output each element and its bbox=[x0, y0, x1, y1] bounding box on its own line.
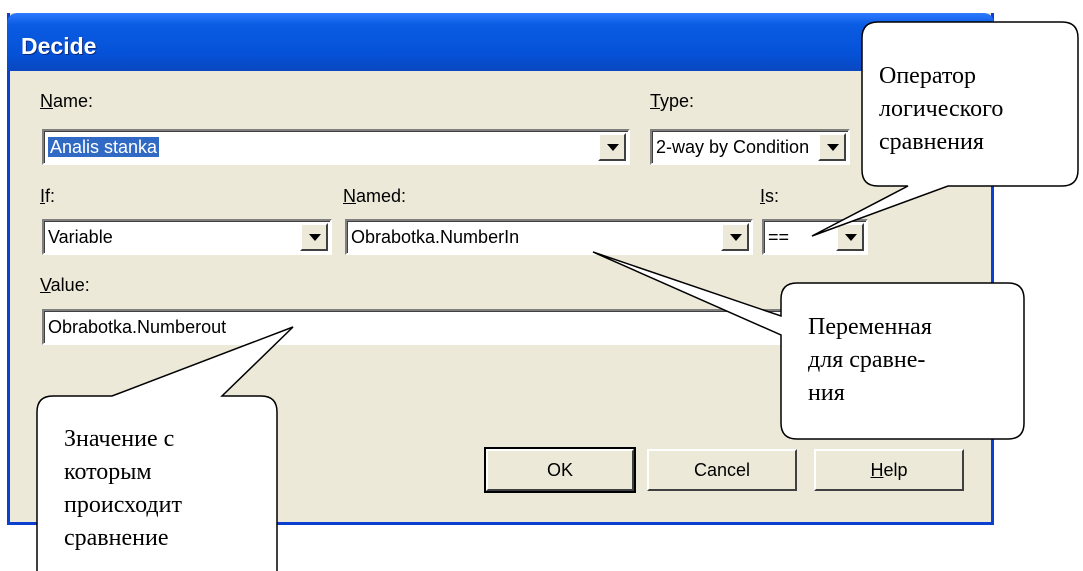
title-bar: Decide bbox=[7, 13, 994, 71]
if-dropdown-button[interactable] bbox=[300, 223, 328, 251]
named-combobox[interactable]: Obrabotka.NumberIn bbox=[345, 219, 753, 255]
if-label: If: bbox=[40, 186, 56, 206]
window-title: Decide bbox=[21, 33, 97, 59]
name-label: Name: bbox=[40, 91, 94, 111]
if-value: Variable bbox=[48, 227, 113, 247]
value-text: Obrabotka.Numberout bbox=[48, 317, 227, 337]
is-dropdown-button[interactable] bbox=[836, 223, 864, 251]
if-combobox[interactable]: Variable bbox=[42, 219, 332, 255]
named-dropdown-button[interactable] bbox=[721, 223, 749, 251]
help-button[interactable]: Help bbox=[814, 449, 964, 491]
type-label: Type: bbox=[650, 91, 695, 111]
cancel-button[interactable]: Cancel bbox=[647, 449, 797, 491]
type-dropdown-button[interactable] bbox=[818, 133, 846, 161]
help-title-button[interactable] bbox=[887, 23, 925, 59]
named-value: Obrabotka.NumberIn bbox=[351, 227, 520, 247]
name-dropdown-button[interactable] bbox=[598, 133, 626, 161]
name-combobox[interactable]: Analis stanka bbox=[42, 129, 630, 165]
name-label-text: ame: bbox=[53, 91, 94, 111]
operator-callout-text: Оператор логического сравнения bbox=[879, 63, 1004, 155]
name-value: Analis stanka bbox=[48, 137, 160, 157]
value-input[interactable]: Obrabotka.Numberout bbox=[42, 309, 892, 345]
named-label: Named: bbox=[343, 186, 407, 206]
is-label: Is: bbox=[760, 186, 780, 206]
is-value: == bbox=[768, 227, 790, 247]
type-combobox[interactable]: 2-way by Condition bbox=[650, 129, 850, 165]
variable-callout-text: Переменная для сравне- ния bbox=[808, 314, 932, 406]
value-label: Value: bbox=[40, 275, 90, 295]
value-callout-text: Значение с которым происходит сравнение bbox=[64, 426, 182, 551]
ok-button[interactable]: OK bbox=[484, 447, 636, 493]
type-value: 2-way by Condition bbox=[656, 137, 810, 157]
close-button[interactable] bbox=[929, 23, 967, 59]
is-combobox[interactable]: == bbox=[762, 219, 868, 255]
